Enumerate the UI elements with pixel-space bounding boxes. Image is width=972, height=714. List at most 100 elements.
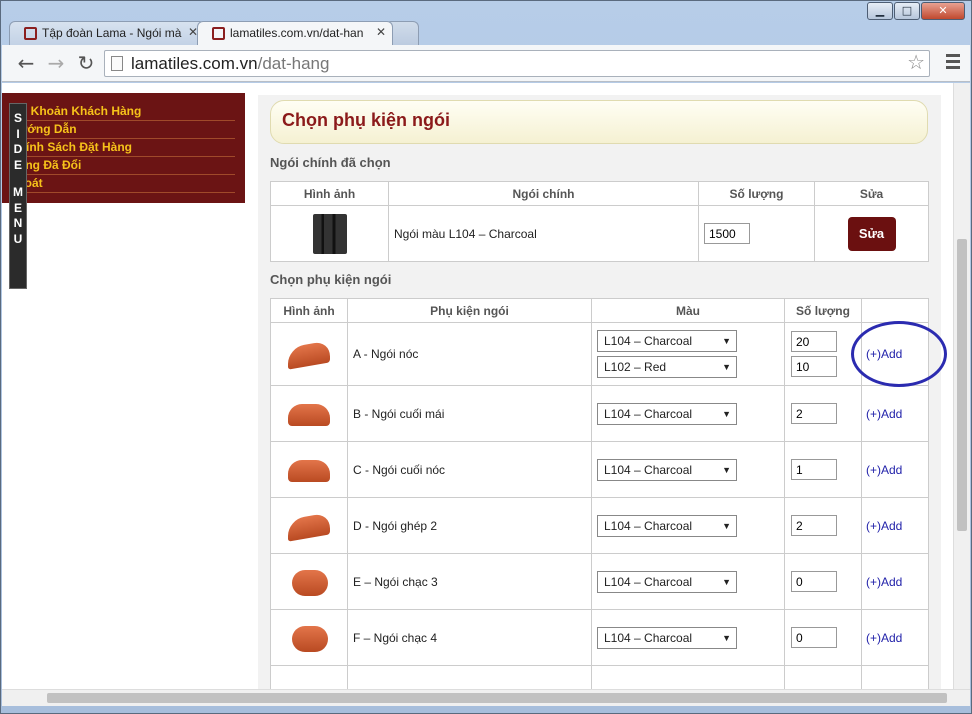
- side-menu-letter: D: [13, 142, 23, 156]
- accessory-name: C - Ngói cuối nóc: [347, 441, 592, 498]
- add-cell: (+)Add: [861, 441, 929, 498]
- browser-window: ▁ □ ✕ Tập đoàn Lama - Ngói mà ✕ lamatile…: [0, 0, 972, 714]
- accessory-image-cell: [270, 665, 348, 689]
- color-select[interactable]: L104 – Charcoal ▼: [597, 458, 737, 481]
- table-row: B - Ngói cuối mái L104 – Charcoal ▼ (+)Ad…: [270, 385, 929, 442]
- accessory-name: A - Ngói nóc: [347, 322, 592, 386]
- lama-favicon-icon: [24, 27, 37, 40]
- side-menu-toggle[interactable]: S I D E M E N U: [9, 103, 27, 289]
- sidebar-item-order-policy[interactable]: Chính Sách Đặt Hàng: [10, 139, 235, 157]
- chevron-down-icon: ▼: [722, 362, 731, 372]
- main-content: Chọn phụ kiện ngói Ngói chính đã chọn Hì…: [258, 95, 941, 689]
- hamburger-menu-icon[interactable]: [946, 54, 960, 72]
- color-select[interactable]: L104 – Charcoal ▼: [597, 626, 737, 649]
- quantity-input[interactable]: [791, 356, 837, 377]
- column-header: Hình ảnh: [270, 298, 348, 323]
- back-arrow-icon[interactable]: ←: [14, 51, 38, 75]
- horizontal-scrollbar[interactable]: [2, 689, 970, 706]
- url-host: lamatiles.com.vn: [131, 54, 258, 73]
- color-cell: [591, 665, 785, 689]
- add-link[interactable]: (+)Add: [862, 407, 902, 421]
- color-select[interactable]: L102 – Red ▼: [597, 356, 737, 378]
- charcoal-tile-image: [305, 213, 355, 254]
- minimize-button[interactable]: ▁: [867, 2, 893, 20]
- side-menu-spacer: [10, 173, 26, 185]
- page-viewport: Tài Khoản Khách Hàng Hướng Dẫn Chính Sác…: [2, 83, 953, 689]
- accessory-name: F – Ngói chạc 4: [347, 609, 592, 666]
- add-link[interactable]: (+)Add: [862, 519, 902, 533]
- side-menu-letter: N: [13, 216, 23, 230]
- color-select[interactable]: L104 – Charcoal ▼: [597, 402, 737, 425]
- tile-name: Ngói màu L104 – Charcoal: [388, 205, 699, 262]
- accessory-section-label: Chọn phụ kiện ngói: [270, 272, 392, 287]
- table-row: F – Ngói chạc 4 L104 – Charcoal ▼ (+)Add: [270, 609, 929, 666]
- browser-toolbar: ← → ↻ lamatiles.com.vn/dat-hang ☆: [2, 45, 970, 82]
- bookmark-star-icon[interactable]: ☆: [907, 51, 925, 76]
- quantity-cell: [784, 553, 862, 610]
- column-header: Số lượng: [784, 298, 862, 323]
- close-window-button[interactable]: ✕: [921, 2, 965, 20]
- table-row: Ngói màu L104 – Charcoal Sửa: [270, 205, 929, 262]
- scrollbar-thumb[interactable]: [957, 239, 967, 531]
- table-row: C - Ngói cuối nóc L104 – Charcoal ▼ (+)Ad…: [270, 441, 929, 498]
- tile-image-cell: [270, 205, 389, 262]
- reload-icon[interactable]: ↻: [74, 51, 98, 75]
- column-header: Phụ kiện ngói: [347, 298, 592, 323]
- color-cell: L104 – Charcoal ▼: [591, 609, 785, 666]
- forward-arrow-icon[interactable]: →: [44, 51, 68, 75]
- color-cell: L104 – Charcoal ▼: [591, 497, 785, 554]
- quantity-input[interactable]: [791, 459, 837, 480]
- color-cell: L104 – Charcoal ▼: [591, 385, 785, 442]
- page-title: Chọn phụ kiện ngói: [270, 100, 928, 144]
- add-link[interactable]: (+)Add: [862, 463, 902, 477]
- lama-favicon-icon: [212, 27, 225, 40]
- quantity-input[interactable]: [791, 515, 837, 536]
- quantity-input[interactable]: [791, 571, 837, 592]
- column-header: Sửa: [814, 181, 929, 206]
- address-bar[interactable]: lamatiles.com.vn/dat-hang ☆: [104, 50, 930, 77]
- tab-strip: Tập đoàn Lama - Ngói mà ✕ lamatiles.com.…: [9, 21, 419, 45]
- sidebar-item-exchanged[interactable]: Hàng Đã Đổi: [10, 157, 235, 175]
- color-select-value: L104 – Charcoal: [604, 630, 693, 645]
- quantity-input[interactable]: [791, 403, 837, 424]
- add-cell: [861, 665, 929, 689]
- table-row: A - Ngói nóc L104 – Charcoal ▼ L102 – Red…: [270, 322, 929, 386]
- sidebar-item-logout[interactable]: Thoát: [10, 175, 235, 193]
- scrollbar-thumb[interactable]: [47, 693, 947, 703]
- add-link[interactable]: (+)Add: [862, 631, 902, 645]
- main-quantity-input[interactable]: [704, 223, 750, 244]
- sidebar-item-guide[interactable]: Hướng Dẫn: [10, 121, 235, 139]
- chevron-down-icon: ▼: [722, 632, 731, 643]
- column-header: [861, 298, 929, 323]
- add-link[interactable]: (+)Add: [862, 575, 902, 589]
- close-tab-icon[interactable]: ✕: [376, 25, 386, 39]
- color-cell: L104 – Charcoal ▼: [591, 441, 785, 498]
- column-header: Ngói chính: [388, 181, 699, 206]
- accessory-image-cell: [270, 385, 348, 442]
- account-menu: Tài Khoản Khách Hàng Hướng Dẫn Chính Sác…: [2, 93, 245, 203]
- sidebar-item-account[interactable]: Tài Khoản Khách Hàng: [10, 103, 235, 121]
- color-select[interactable]: L104 – Charcoal ▼: [597, 570, 737, 593]
- tab-lama-home[interactable]: Tập đoàn Lama - Ngói mà ✕: [9, 21, 205, 45]
- color-select-value: L104 – Charcoal: [604, 574, 693, 589]
- color-select[interactable]: L104 – Charcoal ▼: [597, 514, 737, 537]
- quantity-cell: [784, 385, 862, 442]
- accessory-table: Hình ảnh Phụ kiện ngói Màu Số lượng A - …: [270, 298, 929, 689]
- color-select-value: L104 – Charcoal: [604, 462, 693, 477]
- quantity-input[interactable]: [791, 331, 837, 352]
- tab-title: Tập đoàn Lama - Ngói mà: [42, 26, 182, 40]
- color-select[interactable]: L104 – Charcoal ▼: [597, 330, 737, 352]
- add-cell: (+)Add: [861, 553, 929, 610]
- edit-button[interactable]: Sửa: [847, 216, 896, 251]
- quantity-input[interactable]: [791, 627, 837, 648]
- accessory-image-cell: [270, 497, 348, 554]
- accessory-image-cell: [270, 553, 348, 610]
- add-cell: (+)Add: [861, 385, 929, 442]
- maximize-button[interactable]: □: [894, 2, 920, 20]
- chevron-down-icon: ▼: [722, 408, 731, 419]
- side-menu-letter: M: [13, 185, 23, 199]
- vertical-scrollbar[interactable]: [953, 83, 970, 689]
- tab-dat-hang[interactable]: lamatiles.com.vn/dat-han ✕: [197, 21, 393, 45]
- url-path: /dat-hang: [257, 54, 330, 73]
- four-way-tile-image: [284, 622, 334, 654]
